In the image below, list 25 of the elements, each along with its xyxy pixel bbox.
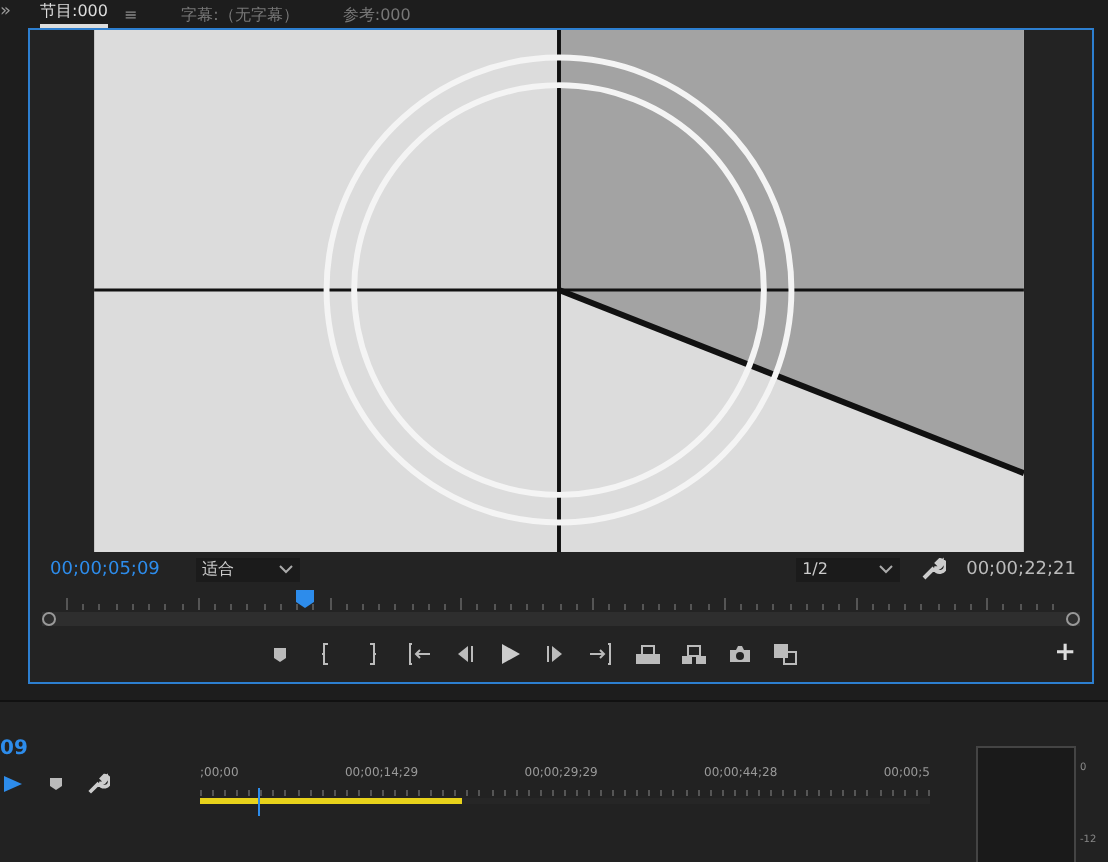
duration-timecode: 00;00;22;21 [966,559,1076,579]
wrench-icon[interactable] [86,772,110,796]
go-to-out-button[interactable] [588,642,617,666]
add-button[interactable]: + [1054,640,1076,668]
panel-tab[interactable]: 字幕:（无字幕） [181,4,299,28]
go-to-in-button[interactable] [404,642,433,666]
zoom-dropdown[interactable]: 适合 [195,557,300,581]
current-timecode[interactable]: 00;00;05;09 [50,559,160,579]
marker-icon[interactable] [46,774,66,794]
panel-expand-label[interactable]: » [0,0,28,24]
lift-button[interactable] [634,642,663,666]
play-button[interactable] [496,642,525,666]
extract-button[interactable] [680,642,709,666]
wrench-icon[interactable] [920,556,947,582]
camera-button[interactable] [726,642,755,666]
panel-tab[interactable]: 参考:000 [342,4,411,28]
compare-button[interactable] [772,642,801,666]
resolution-dropdown[interactable]: 1/2 [796,557,901,581]
timeline-timecode[interactable]: 09 [0,738,200,760]
playhead-handle[interactable] [295,590,314,608]
caret-icon [277,564,294,574]
panel-menu-label[interactable]: ≡ [123,5,138,23]
snap-icon[interactable] [2,772,26,796]
caret-icon [878,564,895,574]
timeline-playhead[interactable] [258,788,261,816]
